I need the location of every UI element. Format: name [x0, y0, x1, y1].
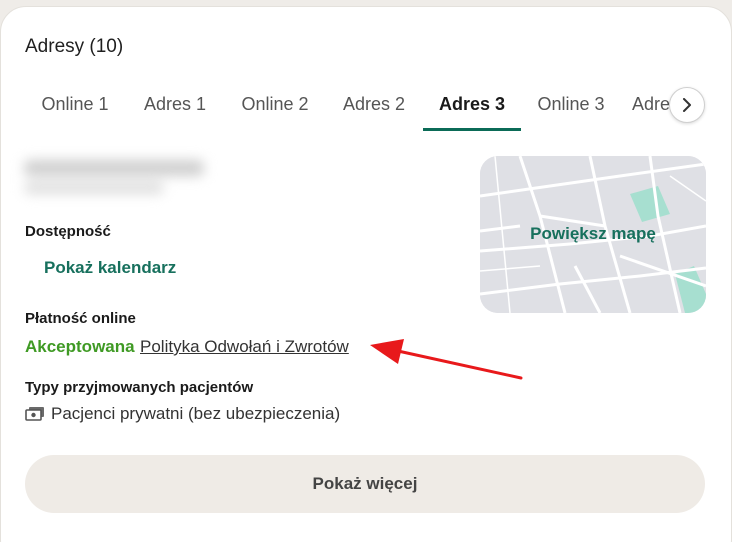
- address-tabs: Online 1 Adres 1 Online 2 Adres 2 Adres …: [0, 78, 670, 138]
- show-more-button[interactable]: Pokaż więcej: [25, 455, 705, 513]
- tab-adres-4[interactable]: Adres 4: [632, 78, 670, 132]
- tab-online-3[interactable]: Online 3: [526, 78, 616, 132]
- availability-label: Dostępność: [25, 223, 111, 240]
- card-title: Adresy (10): [25, 36, 124, 57]
- active-tab-indicator: [423, 128, 521, 131]
- tab-adres-1[interactable]: Adres 1: [132, 78, 218, 132]
- show-calendar-link[interactable]: Pokaż kalendarz: [44, 258, 176, 278]
- tab-adres-3[interactable]: Adres 3: [423, 78, 521, 132]
- patient-types-label: Typy przyjmowanych pacjentów: [25, 379, 254, 396]
- enlarge-map-label[interactable]: Powiększ mapę: [480, 224, 706, 244]
- online-payment-label: Płatność online: [25, 310, 136, 327]
- tab-online-1[interactable]: Online 1: [30, 78, 120, 132]
- chevron-right-icon: [683, 98, 691, 112]
- tabs-next-button[interactable]: [669, 87, 705, 123]
- money-icon: [25, 407, 44, 421]
- patient-type-row: Pacjenci prywatni (bez ubezpieczenia): [25, 403, 340, 425]
- map-preview[interactable]: Powiększ mapę: [480, 156, 706, 313]
- blurred-address: [20, 154, 212, 200]
- patient-type-value: Pacjenci prywatni (bez ubezpieczenia): [51, 404, 341, 423]
- tab-online-2[interactable]: Online 2: [230, 78, 320, 132]
- cancellation-policy-link[interactable]: Polityka Odwołań i Zwrotów: [140, 337, 349, 357]
- tab-adres-2[interactable]: Adres 2: [331, 78, 417, 132]
- payment-status: Akceptowana: [25, 337, 135, 356]
